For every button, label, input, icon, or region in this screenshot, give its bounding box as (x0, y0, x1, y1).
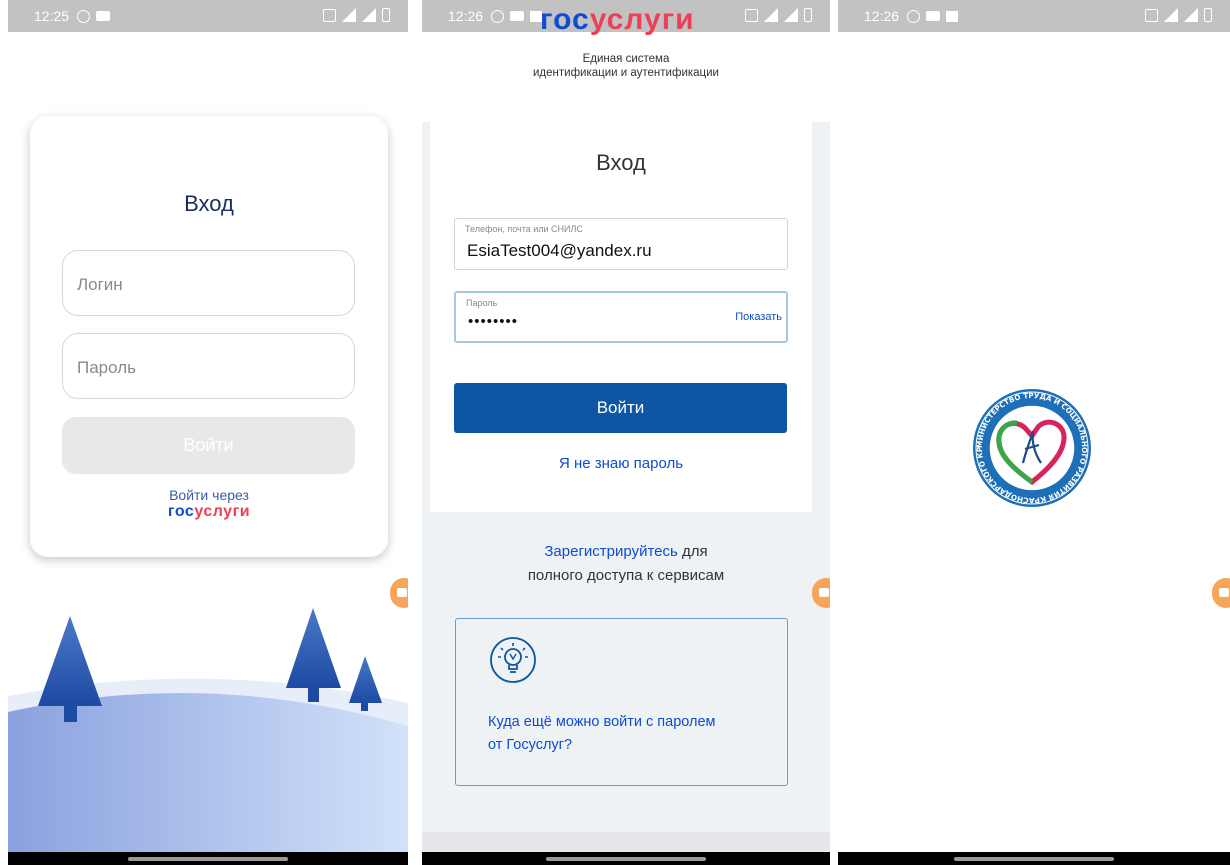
nfc-icon (745, 8, 758, 22)
record-button[interactable] (812, 578, 830, 608)
signal-icon (764, 8, 778, 22)
register-text-2: полного доступа к сервисам (527, 567, 725, 584)
info-text[interactable]: Куда ещё можно войти с паролем от Госусл… (488, 711, 728, 757)
battery-icon (382, 8, 390, 22)
gosuslugi-logo-part2: услуги (194, 503, 251, 520)
status-time: 12:26 (448, 8, 484, 24)
signal-icon (342, 8, 356, 22)
battery-icon (1204, 8, 1212, 22)
esia-subtitle: Единая система идентификации и аутентифи… (422, 52, 830, 80)
login-field[interactable]: Телефон, почта или СНИЛС EsiaTest004@yan… (454, 218, 788, 270)
login-button[interactable]: Войти (62, 417, 355, 474)
register-text: Зарегистрируйтесь для полного доступа к … (422, 540, 830, 588)
nfc-icon (323, 8, 336, 22)
login-value[interactable]: EsiaTest004@yandex.ru (467, 241, 652, 261)
register-text-1: для (677, 543, 708, 560)
vpn-icon (907, 9, 921, 23)
password-field[interactable]: Пароль •••••••• Показать (454, 291, 788, 343)
record-button[interactable] (390, 578, 408, 608)
login-button[interactable]: Войти (454, 383, 787, 433)
page-footer (422, 832, 830, 852)
status-time: 12:25 (34, 8, 70, 24)
winter-landscape-illustration (8, 608, 408, 853)
signal-icon (1164, 8, 1178, 22)
show-password-link[interactable]: Показать (735, 311, 782, 323)
login-card: Вход Телефон, почта или СНИЛС EsiaTest00… (430, 122, 812, 512)
login-label: Телефон, почта или СНИЛС (465, 224, 583, 234)
signal-icon (362, 8, 376, 22)
tree-icon (286, 608, 341, 688)
password-value[interactable]: •••••••• (468, 313, 518, 330)
info-card[interactable]: Куда ещё можно войти с паролем от Госусл… (455, 618, 788, 786)
camera-icon (510, 11, 525, 21)
subtitle-line1: Единая система (582, 53, 670, 65)
screen-gosuslugi-login: 12:26 госуслуги Единая система идентифик… (422, 0, 830, 865)
home-indicator[interactable] (954, 857, 1114, 861)
navigation-bar (8, 852, 408, 865)
vpn-icon (491, 9, 505, 23)
login-card: Вход Логин Пароль Войти Войти через госу… (30, 116, 388, 557)
signal-icon (784, 8, 798, 22)
register-link[interactable]: Зарегистрируйтесь (544, 543, 677, 560)
page-title: Вход (184, 191, 234, 216)
status-bar: 12:26 (838, 0, 1230, 32)
home-indicator[interactable] (546, 857, 706, 861)
page-title: Вход (596, 150, 646, 175)
password-input[interactable]: Пароль (62, 333, 355, 399)
navigation-bar (422, 852, 830, 865)
signal-icon (1184, 8, 1198, 22)
logo-part2: услуги (589, 3, 695, 36)
forgot-password-link[interactable]: Я не знаю пароль (430, 455, 812, 472)
screen-app-login: 12:25 Вход Логин Пароль Войти Войти чере… (8, 0, 408, 865)
camera-icon (926, 11, 941, 21)
camera-icon (96, 11, 111, 21)
status-time: 12:26 (864, 8, 900, 24)
subtitle-line2: идентификации и аутентификации (533, 67, 719, 79)
nfc-icon (1145, 8, 1158, 22)
tree-icon (38, 616, 102, 706)
gosuslugi-logo-part1: гос (167, 503, 195, 520)
gosuslugi-header: 12:26 госуслуги Единая система идентифик… (422, 0, 830, 122)
logo-part1: гос (540, 3, 590, 36)
password-label: Пароль (466, 298, 498, 308)
login-input[interactable]: Логин (62, 250, 355, 316)
gosuslugi-logo: госуслуги (540, 3, 695, 37)
tree-icon (349, 656, 382, 703)
ministry-emblem-icon: МИНИСТЕРСТВО ТРУДА И СОЦИАЛЬНОГО РАЗВИТИ… (971, 387, 1091, 507)
gosuslugi-caption[interactable]: Войти через (30, 488, 388, 502)
vpn-icon (77, 9, 91, 23)
record-button[interactable] (1212, 578, 1230, 608)
navigation-bar (838, 852, 1230, 865)
gosuslugi-login-link[interactable]: госуслуги (30, 503, 388, 521)
lightbulb-icon (490, 637, 536, 683)
home-indicator[interactable] (128, 857, 288, 861)
screen-splash: 12:26 МИНИСТЕРСТВО ТРУДА И СОЦИАЛЬНОГО Р… (838, 0, 1230, 865)
battery-icon (804, 8, 812, 22)
image-icon (946, 10, 959, 22)
status-bar: 12:25 (8, 0, 408, 32)
